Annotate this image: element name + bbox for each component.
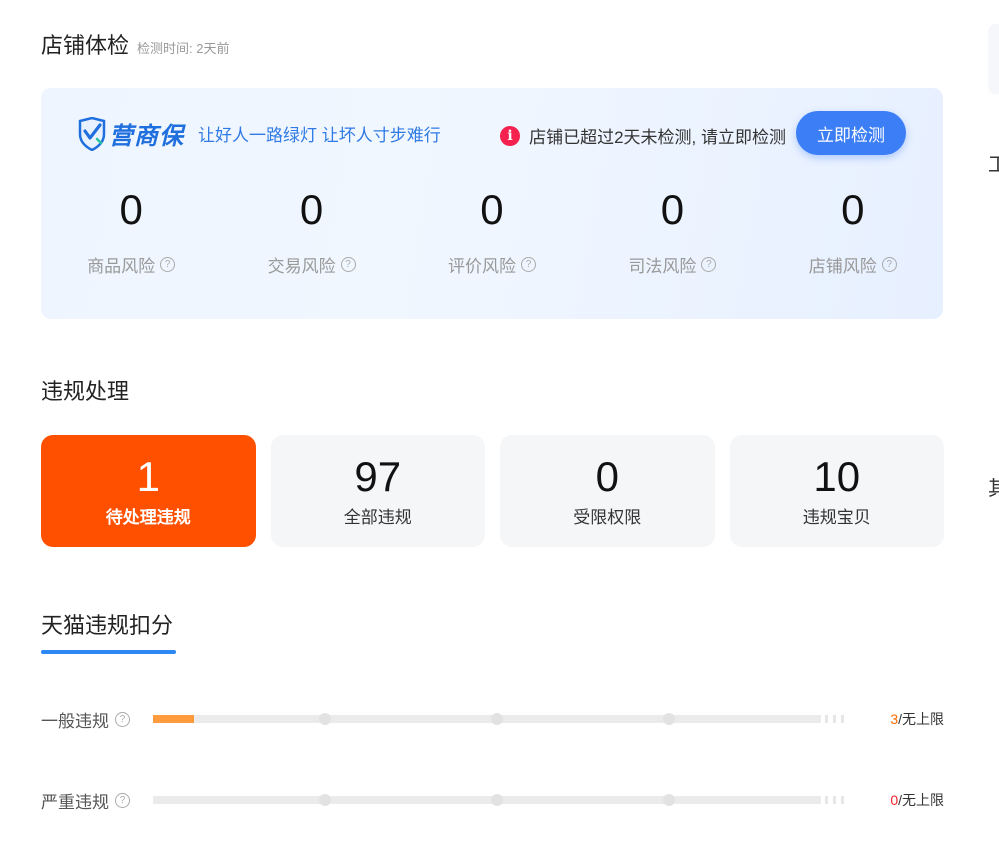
milestone-dot [491, 794, 503, 806]
card-value: 0 [595, 453, 619, 500]
milestone-dot [319, 794, 331, 806]
track-segment [153, 796, 325, 804]
violating-items-card[interactable]: 10 违规宝贝 [729, 435, 944, 547]
metric-judicial-risk[interactable]: 0 司法风险 ? [582, 184, 762, 277]
help-icon[interactable]: ? [881, 257, 897, 272]
check-now-button[interactable]: 立即检测 [796, 111, 906, 155]
track-segment [497, 796, 669, 804]
score-progress-fill [153, 715, 195, 723]
shield-check-icon [78, 116, 106, 151]
general-violation-row: 一般违规 ? 3/无上限 [41, 708, 944, 731]
violations-title: 违规处理 [41, 379, 130, 404]
metric-value: 0 [660, 186, 685, 233]
restricted-permissions-card[interactable]: 0 受限权限 [500, 435, 715, 547]
score-limit: /无上限 [898, 792, 944, 808]
page-title: 店铺体检 [41, 33, 130, 58]
tab-active-indicator [41, 650, 176, 654]
risk-metrics: 0 商品风险 ? 0 交易风险 ? 0 评价风险 ? 0 司法风险 ? 0 店铺… [41, 184, 943, 277]
info-icon: i [500, 125, 521, 146]
metric-review-risk[interactable]: 0 评价风险 ? [402, 184, 582, 277]
track-segment [497, 715, 669, 723]
score-value: 0/无上限 [890, 790, 944, 810]
metric-value: 0 [119, 186, 143, 233]
detection-warning: i 店铺已超过2天未检测, 请立即检测 [500, 123, 786, 148]
metric-label: 司法风险 [628, 257, 697, 276]
metric-value: 0 [841, 186, 865, 233]
score-progress-track [153, 794, 844, 806]
track-dash [841, 796, 844, 804]
tab-tmall-deduction[interactable]: 天猫违规扣分 [41, 608, 173, 640]
track-segment [325, 796, 497, 804]
card-label: 全部违规 [343, 508, 412, 527]
track-dash [833, 715, 836, 723]
current-score: 3 [890, 711, 899, 727]
metric-label: 评价风险 [447, 257, 516, 276]
metric-value: 0 [480, 186, 504, 233]
milestone-dot [319, 713, 331, 725]
score-progress-track [153, 713, 844, 725]
pending-violations-card[interactable]: 1 待处理违规 [41, 435, 256, 547]
side-panel-text: 其 [988, 478, 999, 500]
violation-cards: 1 待处理违规 97 全部违规 0 受限权限 10 违规宝贝 [41, 435, 944, 547]
serious-violation-row: 严重违规 ? 0/无上限 [41, 789, 944, 812]
row-label: 一般违规 [41, 711, 109, 731]
track-segment [325, 715, 497, 723]
track-dash [833, 796, 836, 804]
side-panel-card [988, 24, 999, 94]
warning-text: 店铺已超过2天未检测, 请立即检测 [529, 128, 786, 147]
score-value: 3/无上限 [890, 709, 944, 729]
page-header: 店铺体检 检测时间: 2天前 [41, 28, 229, 60]
metric-shop-risk[interactable]: 0 店铺风险 ? [763, 184, 943, 277]
help-icon[interactable]: ? [520, 257, 536, 272]
brand-slogan: 让好人一路绿灯 让坏人寸步难行 [198, 126, 441, 145]
card-value: 97 [354, 453, 402, 500]
side-panel-text: 工 [988, 154, 999, 176]
score-limit: /无上限 [898, 711, 944, 727]
card-value: 1 [136, 453, 160, 500]
track-segment [669, 715, 821, 723]
metric-label: 店铺风险 [808, 257, 877, 276]
milestone-dot [491, 713, 503, 725]
card-label: 受限权限 [573, 508, 642, 527]
brand: 营商保 让好人一路绿灯 让坏人寸步难行 [77, 116, 441, 151]
track-dash [841, 715, 844, 723]
current-score: 0 [890, 792, 899, 808]
help-icon[interactable]: ? [115, 792, 130, 808]
row-label: 严重违规 [41, 792, 109, 812]
help-icon[interactable]: ? [340, 257, 356, 272]
help-icon[interactable]: ? [701, 257, 717, 272]
milestone-dot [663, 794, 675, 806]
health-check-card: 营商保 让好人一路绿灯 让坏人寸步难行 i 店铺已超过2天未检测, 请立即检测 … [41, 88, 943, 319]
card-label: 违规宝贝 [802, 508, 871, 527]
all-violations-card[interactable]: 97 全部违规 [270, 435, 485, 547]
track-dash [825, 796, 828, 804]
help-icon[interactable]: ? [160, 257, 176, 272]
metric-value: 0 [299, 186, 324, 233]
track-segment [669, 796, 821, 804]
metric-product-risk[interactable]: 0 商品风险 ? [41, 184, 221, 277]
card-value: 10 [813, 453, 861, 500]
metric-label: 交易风险 [267, 257, 336, 276]
track-dash [825, 715, 828, 723]
metric-label: 商品风险 [87, 257, 156, 276]
check-time: 检测时间: 2天前 [137, 41, 230, 56]
brand-name: 营商保 [109, 123, 184, 150]
milestone-dot [663, 713, 675, 725]
metric-trade-risk[interactable]: 0 交易风险 ? [221, 184, 401, 277]
help-icon[interactable]: ? [115, 711, 130, 727]
card-label: 待处理违规 [105, 508, 191, 527]
